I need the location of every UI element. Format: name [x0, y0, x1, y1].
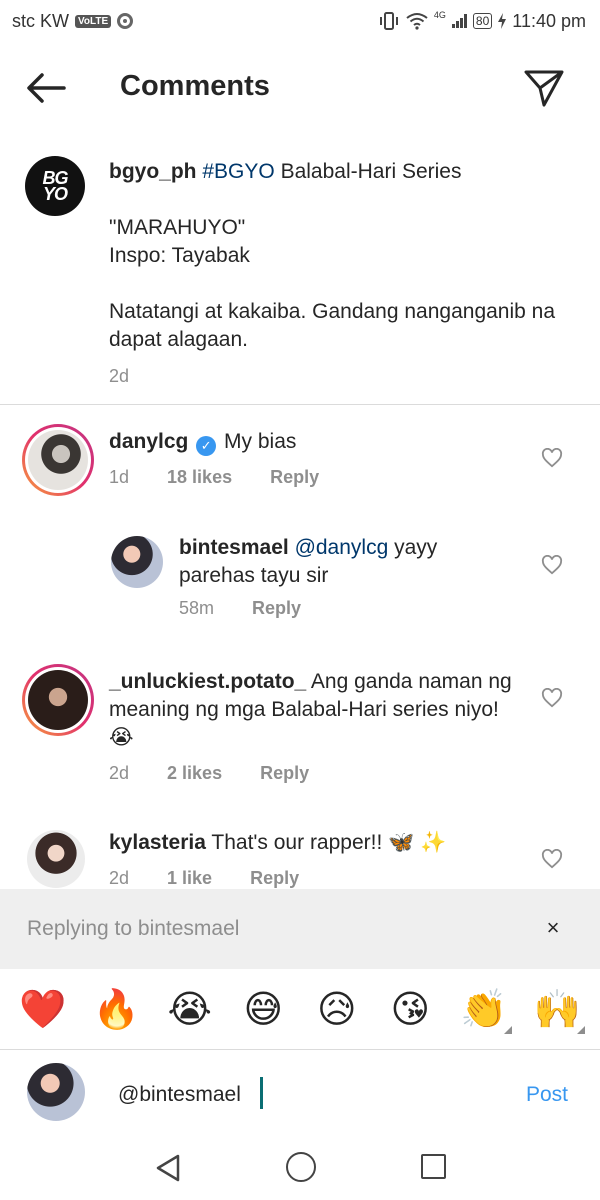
caption-line: Inspo: Tayabak [109, 244, 250, 267]
reply-button[interactable]: Reply [250, 868, 299, 889]
emoji-heart-button[interactable]: ❤️ [13, 980, 73, 1040]
chrome-icon [117, 13, 134, 29]
reply-button[interactable]: Reply [252, 598, 301, 619]
battery-indicator: 80 [472, 13, 493, 29]
avatar [28, 670, 88, 730]
skin-tone-indicator-icon [503, 1025, 512, 1034]
emoji-clap-button[interactable]: 👏 [454, 980, 514, 1040]
share-button[interactable] [522, 68, 570, 110]
vibrate-icon [379, 12, 398, 30]
comment-text: _unluckiest.potato_ Ang ganda naman ng m… [109, 668, 529, 752]
comment-input[interactable] [118, 1077, 498, 1113]
comment-composer: Post [0, 1051, 600, 1141]
comment-item: danylcg ✓ My bias 1d 18 likes Reply [0, 424, 600, 504]
comment-timestamp: 2d [109, 868, 130, 888]
avatar[interactable]: BG YO [25, 156, 85, 216]
paper-plane-icon [524, 70, 564, 107]
comment-username[interactable]: bintesmael [179, 536, 289, 559]
comment-username[interactable]: danylcg [109, 430, 188, 453]
comment-timestamp: 2d [109, 763, 130, 783]
post-button[interactable]: Post [526, 1083, 568, 1107]
replying-to-bar: Replying to bintesmael × [0, 889, 600, 969]
signal-icon [451, 14, 467, 28]
wifi-icon [406, 13, 428, 30]
emoji-fire-button[interactable]: 🔥 [86, 980, 146, 1040]
heart-outline-icon[interactable] [541, 555, 563, 575]
caption-username[interactable]: bgyo_ph [109, 160, 197, 183]
emoji-crying-button[interactable]: 😭 [160, 980, 220, 1040]
comment-timestamp: 58m [179, 598, 215, 618]
comment-item: _unluckiest.potato_ Ang ganda naman ng m… [0, 664, 600, 794]
comment-meta: 2d 2 likes Reply [109, 763, 347, 784]
emoji-sweat-smile-button[interactable]: 😅 [233, 980, 293, 1040]
status-left: stc KW VoLTE [12, 10, 134, 32]
caption-line: "MARAHUYO" [109, 216, 246, 239]
comment-username[interactable]: kylasteria [109, 831, 206, 854]
comment-meta: 2d 1 like Reply [109, 868, 337, 889]
system-nav-bar [0, 1141, 600, 1200]
status-right: 4G 80 11:40 pm [378, 10, 586, 32]
page-title: Comments [120, 70, 270, 102]
nav-recents-icon[interactable] [421, 1154, 446, 1179]
comments-list[interactable]: BG YO bgyo_ph #BGYO Balabal-Hari Series … [0, 140, 600, 890]
comment-item: kylasteria That's our rapper!! 🦋 ✨ 2d 1 … [0, 828, 600, 890]
carrier-label: stc KW [12, 10, 69, 31]
caption-line: Natatangi at kakaiba. Gandang nangangani… [109, 300, 556, 351]
avatar-story-ring[interactable] [22, 664, 94, 736]
caption-hashtag[interactable]: #BGYO [202, 160, 274, 183]
caption-timestamp: 2d [109, 366, 130, 386]
comment-text: bintesmael @danylcg yayy parehas tayu si… [179, 534, 509, 590]
charging-icon [498, 13, 507, 29]
close-icon[interactable]: × [540, 915, 566, 941]
comment-meta: 58m Reply [179, 598, 339, 619]
comment-text: kylasteria That's our rapper!! 🦋 ✨ [109, 829, 529, 857]
comment-username[interactable]: _unluckiest.potato_ [109, 670, 306, 693]
emoji-kiss-button[interactable]: 😘 [380, 980, 440, 1040]
comment-likes[interactable]: 2 likes [167, 763, 222, 784]
verified-badge-icon: ✓ [196, 436, 217, 456]
comment-timestamp: 1d [109, 467, 130, 487]
heart-outline-icon[interactable] [541, 448, 563, 468]
reply-item: bintesmael @danylcg yayy parehas tayu si… [0, 534, 600, 644]
emoji-sad-button[interactable]: 😥 [307, 980, 367, 1040]
comment-likes[interactable]: 1 like [167, 868, 212, 889]
comment-meta: 1d 18 likes Reply [109, 467, 357, 488]
avatar-logo-text-bottom: YO [42, 184, 68, 204]
avatar [28, 430, 88, 490]
caption-text: Balabal-Hari Series [280, 160, 462, 183]
emoji-quick-bar: ❤️ 🔥 😭 😅 😥 😘 👏 🙌 [0, 970, 600, 1050]
nav-back-icon[interactable] [154, 1153, 182, 1183]
back-button[interactable] [24, 70, 68, 106]
comment-text: danylcg ✓ My bias [109, 428, 529, 456]
avatar-story-ring[interactable] [22, 424, 94, 496]
arrow-left-icon [27, 73, 66, 103]
avatar[interactable] [111, 536, 163, 588]
replying-to-label: Replying to bintesmael [27, 917, 240, 940]
comment-body: That's our rapper!! 🦋 ✨ [211, 831, 447, 854]
heart-outline-icon[interactable] [541, 688, 563, 708]
app-header: Comments [0, 52, 600, 122]
heart-outline-icon[interactable] [541, 849, 563, 869]
avatar[interactable] [27, 830, 85, 888]
clock: 11:40 pm [512, 10, 586, 31]
emoji-clap-glyph: 👏 [460, 988, 508, 1031]
reply-button[interactable]: Reply [260, 763, 309, 784]
avatar [27, 1063, 85, 1121]
emoji-raised-hands-button[interactable]: 🙌 [527, 980, 587, 1040]
volte-badge: VoLTE [75, 14, 112, 28]
skin-tone-indicator-icon [577, 1025, 586, 1034]
caption-body: bgyo_ph #BGYO Balabal-Hari Series "MARAH… [109, 158, 579, 390]
text-cursor [260, 1077, 263, 1109]
emoji-raised-hands-glyph: 🙌 [533, 988, 581, 1031]
comment-mention[interactable]: @danylcg [295, 536, 389, 559]
comment-body: My bias [224, 430, 297, 453]
divider [0, 404, 600, 405]
network-label: 4G [433, 10, 446, 20]
reply-button[interactable]: Reply [270, 467, 319, 488]
nav-home-icon[interactable] [286, 1152, 316, 1182]
status-bar: stc KW VoLTE 4G 80 11:40 pm [0, 0, 600, 42]
comment-likes[interactable]: 18 likes [167, 467, 232, 488]
